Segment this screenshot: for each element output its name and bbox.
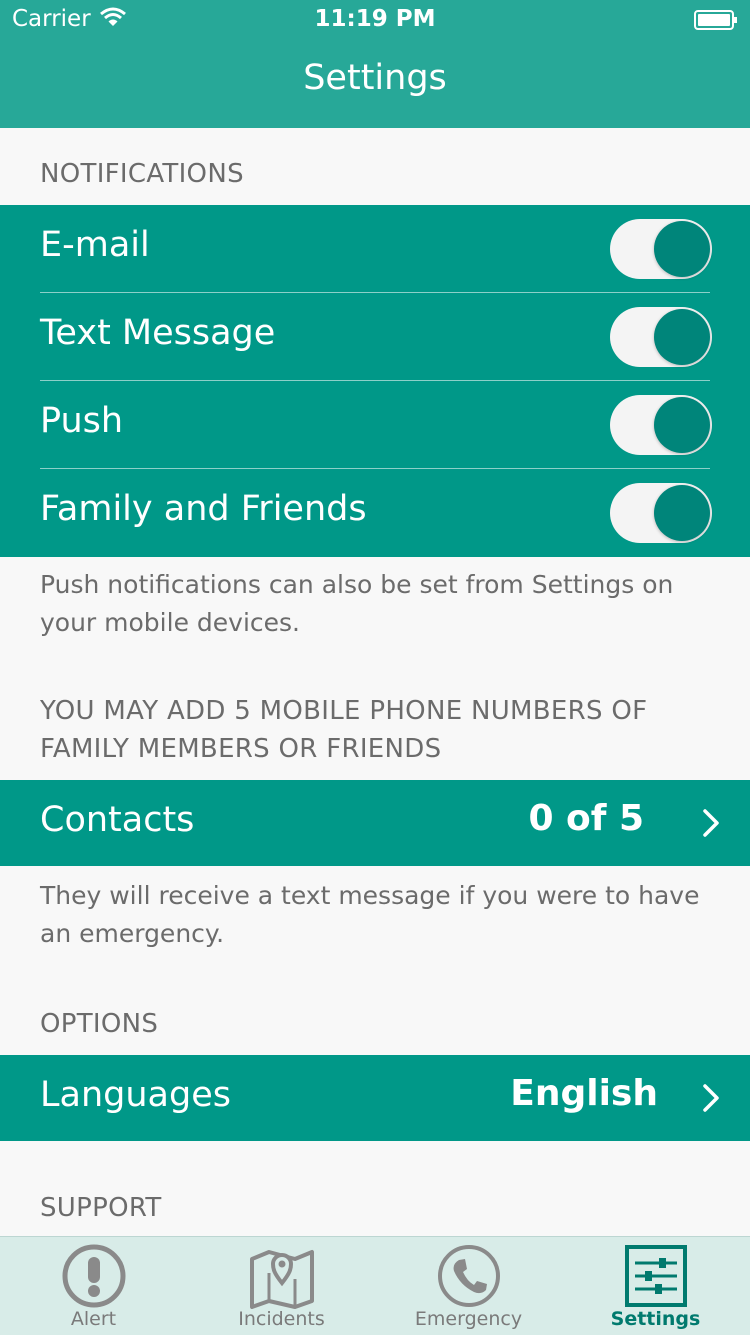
tab-incidents[interactable]: Incidents	[188, 1237, 375, 1335]
sliders-icon	[624, 1245, 687, 1307]
tab-settings-label: Settings	[610, 1308, 701, 1330]
languages-label: Languages	[40, 1075, 231, 1115]
email-row: E-mail	[0, 205, 750, 293]
battery-icon	[694, 10, 737, 30]
notifications-group: E-mail Text Message Push Family and Frie…	[0, 205, 750, 557]
tab-alert-label: Alert	[70, 1308, 117, 1330]
page-title: Settings	[303, 58, 447, 98]
tab-incidents-label: Incidents	[238, 1308, 325, 1330]
family-friends-toggle[interactable]	[610, 483, 712, 543]
navigation-bar: Settings	[0, 40, 750, 128]
contacts-label: Contacts	[40, 800, 195, 840]
contacts-header: YOU MAY ADD 5 MOBILE PHONE NUMBERS OF FA…	[40, 696, 648, 764]
chevron-right-icon	[703, 809, 719, 837]
contacts-count: 0 of 5	[528, 798, 644, 839]
notifications-footer: Push notifications can also be set from …	[40, 570, 674, 637]
map-pin-icon	[249, 1250, 314, 1309]
tab-bar: Alert Incidents Emergency Settings	[0, 1236, 750, 1335]
tab-alert[interactable]: Alert	[0, 1237, 187, 1335]
family-friends-row: Family and Friends	[0, 469, 750, 557]
languages-row[interactable]: Languages English	[0, 1055, 750, 1141]
support-header: SUPPORT	[40, 1193, 162, 1223]
email-label: E-mail	[40, 225, 150, 265]
toggle-knob	[654, 221, 710, 277]
text-message-label: Text Message	[40, 313, 276, 353]
text-message-toggle[interactable]	[610, 307, 712, 367]
contacts-row[interactable]: Contacts 0 of 5	[0, 780, 750, 866]
phone-icon	[437, 1245, 500, 1307]
tab-settings[interactable]: Settings	[562, 1237, 749, 1335]
notifications-header: NOTIFICATIONS	[40, 159, 244, 189]
status-bar: Carrier 11:19 PM	[0, 0, 750, 40]
tab-emergency-label: Emergency	[414, 1308, 523, 1330]
alert-icon	[62, 1244, 125, 1308]
toggle-knob	[654, 397, 710, 453]
toggle-knob	[654, 485, 710, 541]
contacts-footer: They will receive a text message if you …	[40, 881, 700, 948]
push-label: Push	[40, 401, 124, 441]
push-row: Push	[0, 381, 750, 469]
tab-emergency[interactable]: Emergency	[375, 1237, 562, 1335]
chevron-right-icon	[703, 1084, 719, 1112]
family-friends-label: Family and Friends	[40, 489, 367, 529]
clock: 11:19 PM	[314, 6, 436, 32]
email-toggle[interactable]	[610, 219, 712, 279]
language-value: English	[510, 1073, 658, 1114]
text-message-row: Text Message	[0, 293, 750, 381]
push-toggle[interactable]	[610, 395, 712, 455]
options-header: OPTIONS	[40, 1009, 159, 1039]
toggle-knob	[654, 309, 710, 365]
